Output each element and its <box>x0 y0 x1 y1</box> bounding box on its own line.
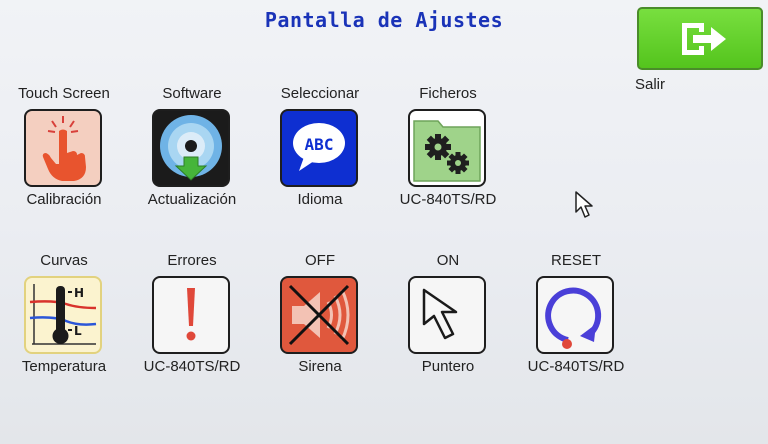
settings-screen: Pantalla de Ajustes Salir Touch Screen C… <box>0 0 768 444</box>
tile-bottom-label: Idioma <box>297 191 343 208</box>
pointer-arrow-icon[interactable] <box>408 276 486 354</box>
tile-top-label: Touch Screen <box>18 85 110 102</box>
language-bubble-icon[interactable]: ABC <box>280 109 358 187</box>
exclamation-icon[interactable] <box>152 276 230 354</box>
mouse-cursor-icon <box>575 191 593 218</box>
tile-top-label: Ficheros <box>419 85 477 102</box>
tile-bottom-label: UC-840TS/RD <box>527 358 625 375</box>
tile-top-label: Errores <box>167 252 217 269</box>
folder-gears-icon[interactable] <box>408 109 486 187</box>
exit-arrow-icon <box>682 23 726 55</box>
tile-top-label: ON <box>436 252 460 269</box>
thermometer-high-label: H <box>74 286 84 300</box>
language-bubble-text: ABC <box>305 135 334 154</box>
tile-bottom-label: Actualización <box>147 191 237 208</box>
reset-circle-icon[interactable] <box>536 276 614 354</box>
siren-muted-icon[interactable] <box>280 276 358 354</box>
tile-top-label: RESET <box>550 252 601 269</box>
exit-label: Salir <box>635 76 666 93</box>
tile-top-label: Curvas <box>40 252 88 269</box>
tile-bottom-label: Sirena <box>298 358 342 375</box>
tile-bottom-label: Temperatura <box>21 358 107 375</box>
tile-top-label: Seleccionar <box>280 85 360 102</box>
tile-bottom-label: Puntero <box>421 358 475 375</box>
cd-update-icon[interactable] <box>152 109 230 187</box>
exit-button[interactable] <box>637 7 763 70</box>
touch-hand-icon[interactable] <box>24 109 102 187</box>
tile-bottom-label: UC-840TS/RD <box>143 358 241 375</box>
thermometer-low-label: L <box>74 324 82 338</box>
tile-bottom-label: UC-840TS/RD <box>399 191 497 208</box>
tile-bottom-label: Calibración <box>26 191 102 208</box>
tile-top-label: OFF <box>305 252 335 269</box>
tile-top-label: Software <box>162 85 222 102</box>
thermometer-chart-icon[interactable]: H L <box>24 276 102 354</box>
